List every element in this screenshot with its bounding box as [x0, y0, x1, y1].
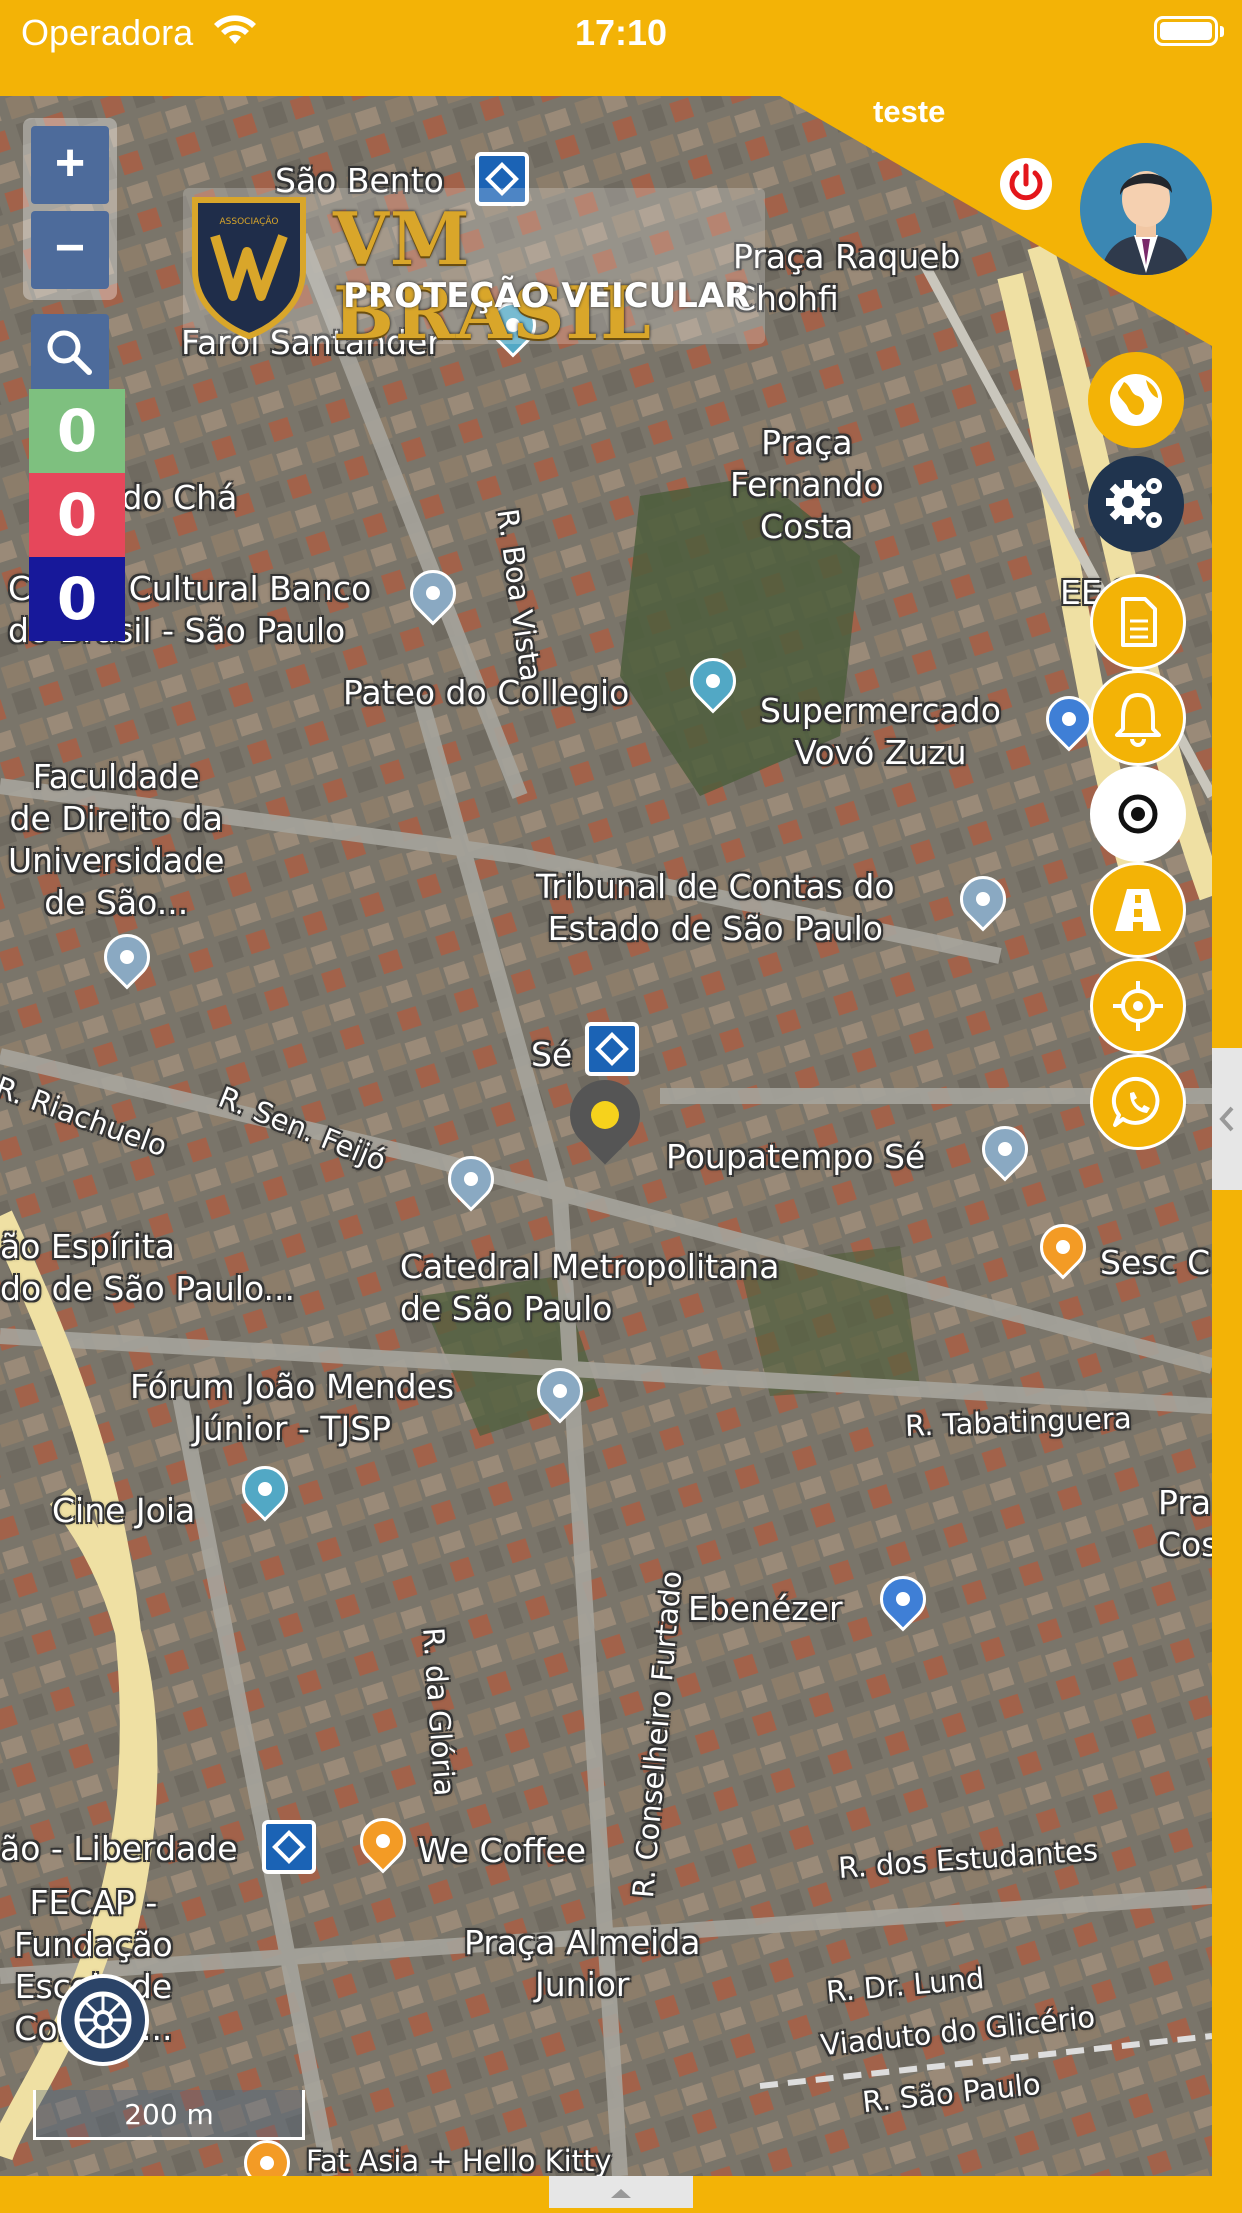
- map-label: Poupatempo Sé: [666, 1137, 926, 1176]
- status-bar: Operadora 17:10: [0, 0, 1242, 96]
- metro-icon[interactable]: [585, 1022, 639, 1076]
- metro-icon[interactable]: [262, 1820, 316, 1874]
- whatsapp-icon[interactable]: [1090, 1054, 1186, 1150]
- map-label: Cine Joia: [52, 1491, 196, 1530]
- map-label: Praça Fernando Costa: [730, 423, 884, 546]
- map-label: Ebenézer: [688, 1589, 843, 1628]
- username-label: teste: [873, 94, 946, 129]
- counter-red[interactable]: 0: [29, 473, 125, 557]
- bell-icon[interactable]: [1090, 670, 1186, 766]
- logo-badge-text: ASSOCIAÇÃO: [220, 216, 279, 227]
- search-icon[interactable]: [31, 314, 109, 392]
- map-label: R. Tabatinguera: [904, 1401, 1133, 1443]
- vm-brasil-logo: ASSOCIAÇÃO VM BRASIL PROTEÇÃO VEICULAR: [183, 188, 765, 350]
- carrier-name: Operadora: [21, 12, 194, 53]
- user-avatar[interactable]: [1080, 143, 1212, 275]
- gears-icon[interactable]: [1088, 456, 1184, 552]
- target-icon[interactable]: [1090, 766, 1186, 862]
- document-icon[interactable]: [1090, 574, 1186, 670]
- scale-label: 200 m: [124, 2098, 214, 2131]
- map-label: Praça Raqueb Chohfi: [733, 237, 961, 318]
- logo-subtitle: PROTEÇÃO VEICULAR: [343, 276, 751, 316]
- side-drawer-handle[interactable]: [1212, 1048, 1242, 1190]
- map-scale-bar: 200 m: [33, 2090, 305, 2140]
- power-icon[interactable]: [1000, 158, 1052, 210]
- zoom-controls: + −: [23, 118, 117, 300]
- map-label: Sesc C: [1100, 1243, 1211, 1282]
- bottom-drawer-handle[interactable]: [549, 2176, 693, 2208]
- map-label: Catedral Metropolitana de São Paulo: [400, 1247, 780, 1328]
- map-label: Sé: [531, 1035, 573, 1074]
- wifi-icon: [212, 14, 258, 53]
- zoom-out-button[interactable]: −: [31, 211, 109, 289]
- map-label: Pateo do Collegio: [343, 673, 630, 712]
- steering-wheel-icon[interactable]: [57, 1974, 149, 2066]
- map-label: Fat Asia + Hello Kitty: [306, 2144, 612, 2176]
- road-icon[interactable]: [1090, 862, 1186, 958]
- map-label: Tribunal de Contas do Estado de São Paul…: [536, 867, 895, 948]
- map-label: ão - Liberdade: [0, 1829, 238, 1868]
- counter-blue[interactable]: 0: [29, 557, 125, 641]
- battery-icon: [1154, 16, 1224, 46]
- shield-logo-icon: ASSOCIAÇÃO: [192, 197, 306, 340]
- map-label: ão Espírita do de São Paulo...: [0, 1227, 296, 1308]
- map-label: Fórum João Mendes Júnior - TJSP: [130, 1367, 455, 1448]
- map-label: We Coffee: [418, 1831, 587, 1870]
- zoom-in-button[interactable]: +: [31, 126, 109, 204]
- map-label: Faculdade de Direito da Universidade de …: [8, 757, 225, 922]
- counter-green[interactable]: 0: [29, 389, 125, 473]
- satellite-map[interactable]: São Bento Praça Raqueb Chohfi Farol Sant…: [0, 96, 1212, 2176]
- map-label: Praça Almeida Junior: [464, 1923, 701, 2004]
- crosshair-icon[interactable]: [1090, 958, 1186, 1054]
- globe-icon[interactable]: [1088, 352, 1184, 448]
- map-label: Supermercado Vovó Zuzu: [760, 691, 1001, 772]
- map-label: Pra Cost: [1158, 1483, 1212, 1564]
